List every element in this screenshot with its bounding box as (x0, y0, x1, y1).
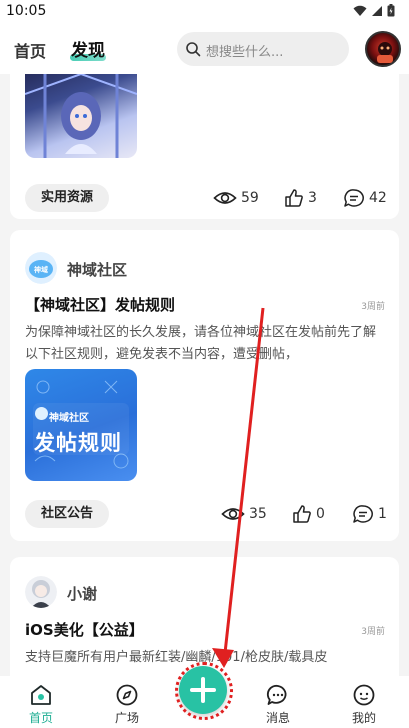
post-time: 3周前 (361, 302, 385, 312)
nav-item-messages[interactable]: 消息 (248, 676, 308, 728)
anime-girl-illustration (25, 74, 137, 158)
view-count-value: 35 (249, 506, 267, 522)
status-bar: 10:05 (0, 0, 409, 24)
brand-badge (35, 407, 48, 420)
comment-count: 42 (369, 190, 387, 206)
status-icons (353, 4, 395, 17)
nav-label-square: 广场 (114, 711, 139, 725)
eye-icon (213, 192, 237, 204)
author-name[interactable]: 小谢 (67, 583, 97, 604)
anime-avatar-icon (25, 576, 57, 608)
wifi-icon (353, 5, 367, 16)
shenyu-logo-icon: 神域 (25, 252, 57, 284)
post-time: 3周前 (361, 627, 385, 637)
tab-discover[interactable]: 发现 (71, 36, 105, 61)
post-actions: 社区公告 35 0 1 (25, 500, 387, 528)
image-brand-text: 神域社区 (49, 413, 89, 424)
battery-icon (387, 4, 395, 17)
home-icon (31, 685, 51, 705)
user-avatar[interactable] (365, 31, 401, 67)
create-post-button[interactable] (179, 666, 227, 714)
author-avatar[interactable] (25, 576, 57, 608)
post-tag[interactable]: 社区公告 (25, 500, 110, 528)
like-count: 3 (308, 190, 317, 206)
search-placeholder: 想搜些什么... (206, 45, 284, 60)
post-title[interactable]: 【神域社区】发帖规则 (25, 294, 175, 315)
view-count: 35 (221, 502, 267, 526)
profile-icon (353, 684, 375, 706)
nav-item-home[interactable]: 首页 (11, 676, 71, 728)
search-icon (186, 42, 201, 57)
signal-icon (372, 5, 382, 16)
nav-item-square[interactable]: 广场 (97, 676, 157, 728)
author-avatar[interactable]: 神域 (25, 252, 57, 284)
post-tag[interactable]: 实用资源 (25, 184, 110, 212)
post-body[interactable]: 为保障神域社区的长久发展，请各位神域社区在发帖前先了解以下社区规则，避免发表不当… (25, 322, 385, 366)
doodle-pattern (33, 380, 129, 469)
like-button[interactable]: 3 (284, 186, 317, 210)
author-badge-text: 神域 (34, 265, 48, 274)
nav-item-profile[interactable]: 我的 (334, 676, 394, 728)
top-header: 首页 发现 想搜些什么... (0, 24, 409, 74)
thumbs-up-icon (293, 505, 311, 523)
post-card[interactable]: 神域 神域社区 【神域社区】发帖规则 3周前 为保障神域社区的长久发展，请各位神… (10, 230, 399, 541)
comment-icon (344, 189, 364, 207)
nav-label-home: 首页 (28, 711, 53, 725)
comment-icon (353, 505, 373, 523)
view-count: 59 (213, 186, 259, 210)
like-button[interactable]: 0 (292, 502, 325, 526)
post-actions: 实用资源 59 3 42 (25, 184, 387, 212)
message-icon (266, 684, 287, 705)
like-count: 0 (316, 506, 325, 522)
post-image[interactable]: 神域社区 发帖规则 (25, 369, 137, 481)
plus-icon (190, 677, 216, 703)
status-time: 10:05 (6, 3, 47, 19)
nav-label-profile: 我的 (351, 711, 376, 725)
comment-button[interactable]: 42 (343, 186, 387, 210)
thumbs-up-icon (285, 189, 303, 207)
post-image[interactable] (25, 74, 137, 158)
compass-icon (116, 684, 138, 706)
search-input[interactable]: 想搜些什么... (177, 32, 349, 66)
post-feed[interactable]: 实用资源 59 3 42 神域 神域社区 【神域社区】发帖规则 3周前 为保障神… (0, 74, 409, 676)
view-count-value: 59 (241, 190, 259, 206)
post-card[interactable]: 实用资源 59 3 42 (10, 74, 399, 219)
nav-label-messages: 消息 (265, 711, 290, 725)
image-title-text: 发帖规则 (34, 431, 122, 455)
avatar-art (377, 42, 393, 63)
comment-count: 1 (378, 506, 387, 522)
post-title[interactable]: iOS美化【公益】 (25, 619, 144, 640)
comment-button[interactable]: 1 (352, 502, 387, 526)
tab-home[interactable]: 首页 (14, 38, 46, 62)
eye-icon (221, 508, 245, 520)
author-name[interactable]: 神域社区 (67, 259, 127, 280)
post-card[interactable]: 小谢 iOS美化【公益】 3周前 支持巨魔所有用户最新红装/幽麟/101/枪皮肤… (10, 557, 399, 676)
